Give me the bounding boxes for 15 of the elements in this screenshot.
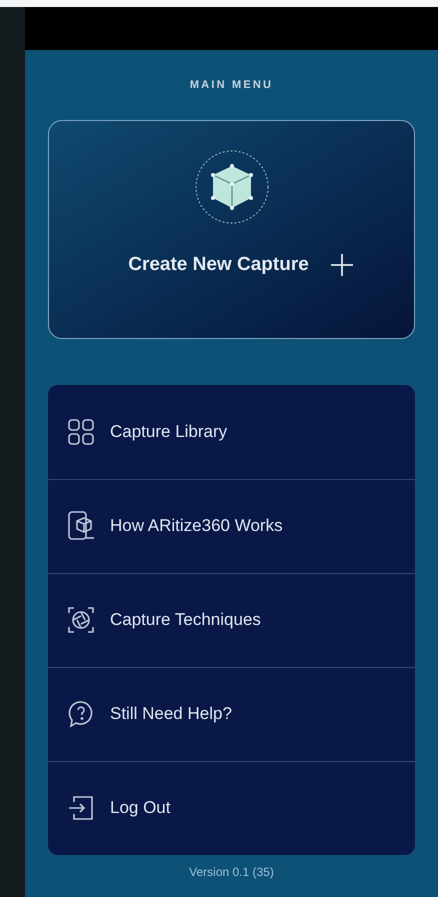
logout-icon — [66, 793, 96, 823]
menu-item[interactable]: Log Out — [48, 760, 415, 854]
menu-item[interactable]: Capture Library — [48, 384, 415, 478]
cube-icon — [194, 148, 270, 224]
menu-title: MAIN MENU — [190, 78, 274, 93]
version-text: Version 0.1 (35) — [189, 864, 274, 880]
menu-item[interactable]: Capture Techniques — [48, 572, 415, 666]
aperture-scan-icon — [66, 605, 96, 635]
create-capture-label: Create New Capture — [128, 252, 309, 276]
menu-item[interactable]: Still Need Help? — [48, 666, 415, 760]
grid-icon — [66, 416, 96, 446]
phone-cube-icon — [66, 511, 96, 541]
plus-icon — [330, 254, 353, 276]
menu-item[interactable]: How ARitize360 Works — [48, 478, 415, 572]
create-capture-card[interactable]: Create New Capture — [48, 120, 415, 338]
